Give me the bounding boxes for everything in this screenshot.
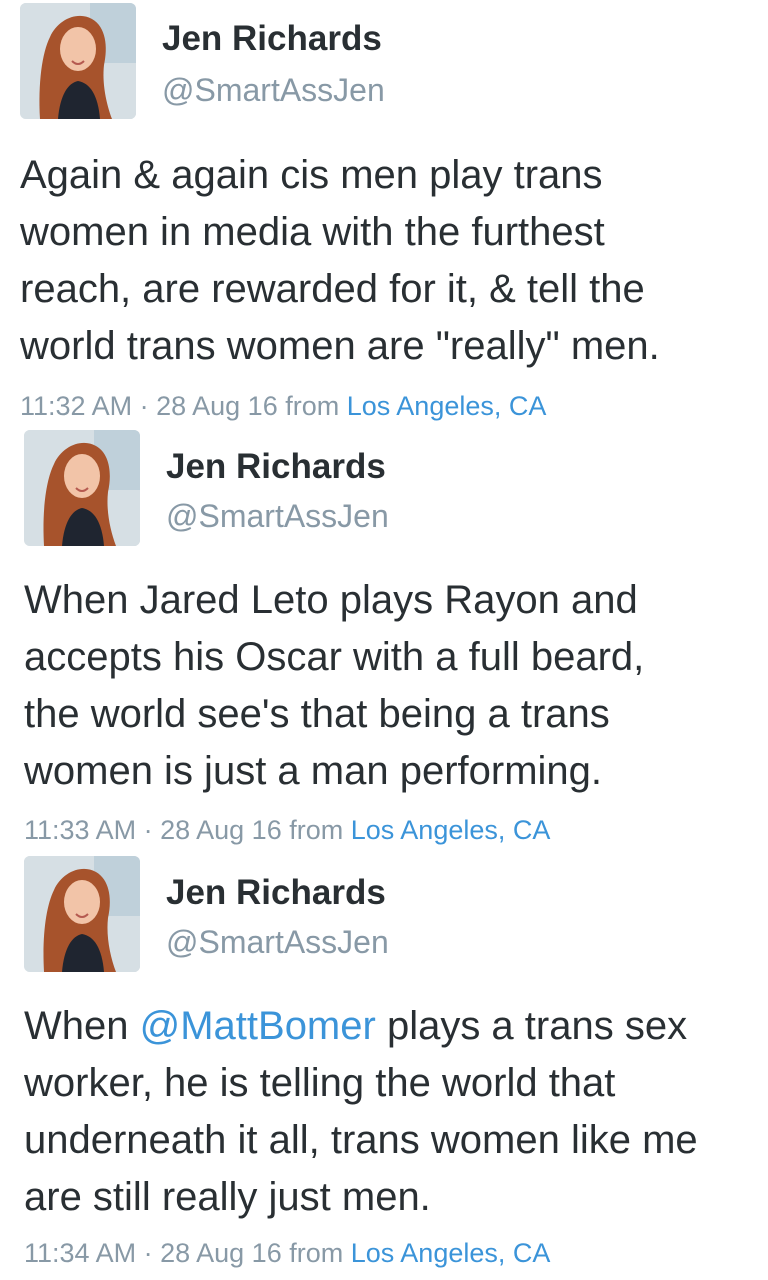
avatar[interactable] — [20, 3, 136, 119]
user-handle[interactable]: @SmartAssJen — [162, 72, 385, 109]
date: · 28 Aug 16 — [143, 815, 282, 845]
date: · 28 Aug 16 — [143, 1238, 282, 1268]
tweet-text-line: When Jared Leto plays Rayon and — [24, 578, 638, 622]
location-link[interactable]: Los Angeles, CA — [347, 391, 547, 421]
tweet-text-line: world trans women are "really" men. — [20, 324, 660, 368]
mention-link[interactable]: @MattBomer — [140, 1004, 376, 1048]
tweet-text-line: accepts his Oscar with a full beard, — [24, 635, 645, 679]
tweet-text-line: women is just a man performing. — [24, 749, 603, 793]
tweet-text-line: reach, are rewarded for it, & tell the — [20, 267, 645, 311]
user-handle[interactable]: @SmartAssJen — [166, 498, 389, 535]
avatar-image — [24, 856, 140, 972]
display-name[interactable]: Jen Richards — [166, 447, 386, 487]
tweet-meta: 11:32 AM · 28 Aug 16 from Los Angeles, C… — [20, 391, 546, 422]
display-name[interactable]: Jen Richards — [162, 19, 382, 59]
from-label: from — [285, 391, 340, 421]
tweet-text-line: When @MattBomer plays a trans sex — [24, 998, 754, 1055]
tweet-text-fragment: plays a trans sex — [375, 1004, 688, 1048]
date: · 28 Aug 16 — [139, 391, 278, 421]
from-label: from — [289, 815, 344, 845]
avatar[interactable] — [24, 430, 140, 546]
tweet-text-line: underneath it all, trans women like me — [24, 1118, 698, 1162]
tweet-text-fragment: When — [24, 1004, 140, 1048]
tweet-text-line: worker, he is telling the world that — [24, 1061, 616, 1105]
timestamp[interactable]: 11:33 AM — [24, 815, 136, 845]
tweet-text-line: women in media with the furthest — [20, 210, 605, 254]
timestamp[interactable]: 11:34 AM — [24, 1238, 136, 1268]
avatar[interactable] — [24, 856, 140, 972]
display-name[interactable]: Jen Richards — [166, 873, 386, 913]
avatar-image — [20, 3, 136, 119]
from-label: from — [289, 1238, 344, 1268]
tweet-text: When Jared Leto plays Rayon and accepts … — [24, 572, 754, 800]
location-link[interactable]: Los Angeles, CA — [351, 1238, 551, 1268]
tweet-text-line: Again & again cis men play trans — [20, 153, 603, 197]
avatar-image — [24, 430, 140, 546]
tweet-text: Again & again cis men play trans women i… — [20, 147, 750, 375]
tweet-meta: 11:33 AM · 28 Aug 16 from Los Angeles, C… — [24, 815, 550, 846]
tweet-text: When @MattBomer plays a trans sex worker… — [24, 998, 754, 1226]
user-handle[interactable]: @SmartAssJen — [166, 924, 389, 961]
tweet-meta: 11:34 AM · 28 Aug 16 from Los Angeles, C… — [24, 1238, 550, 1269]
tweet-text-line: the world see's that being a trans — [24, 692, 610, 736]
location-link[interactable]: Los Angeles, CA — [351, 815, 551, 845]
tweet-text-line: are still really just men. — [24, 1175, 431, 1219]
timestamp[interactable]: 11:32 AM — [20, 391, 132, 421]
